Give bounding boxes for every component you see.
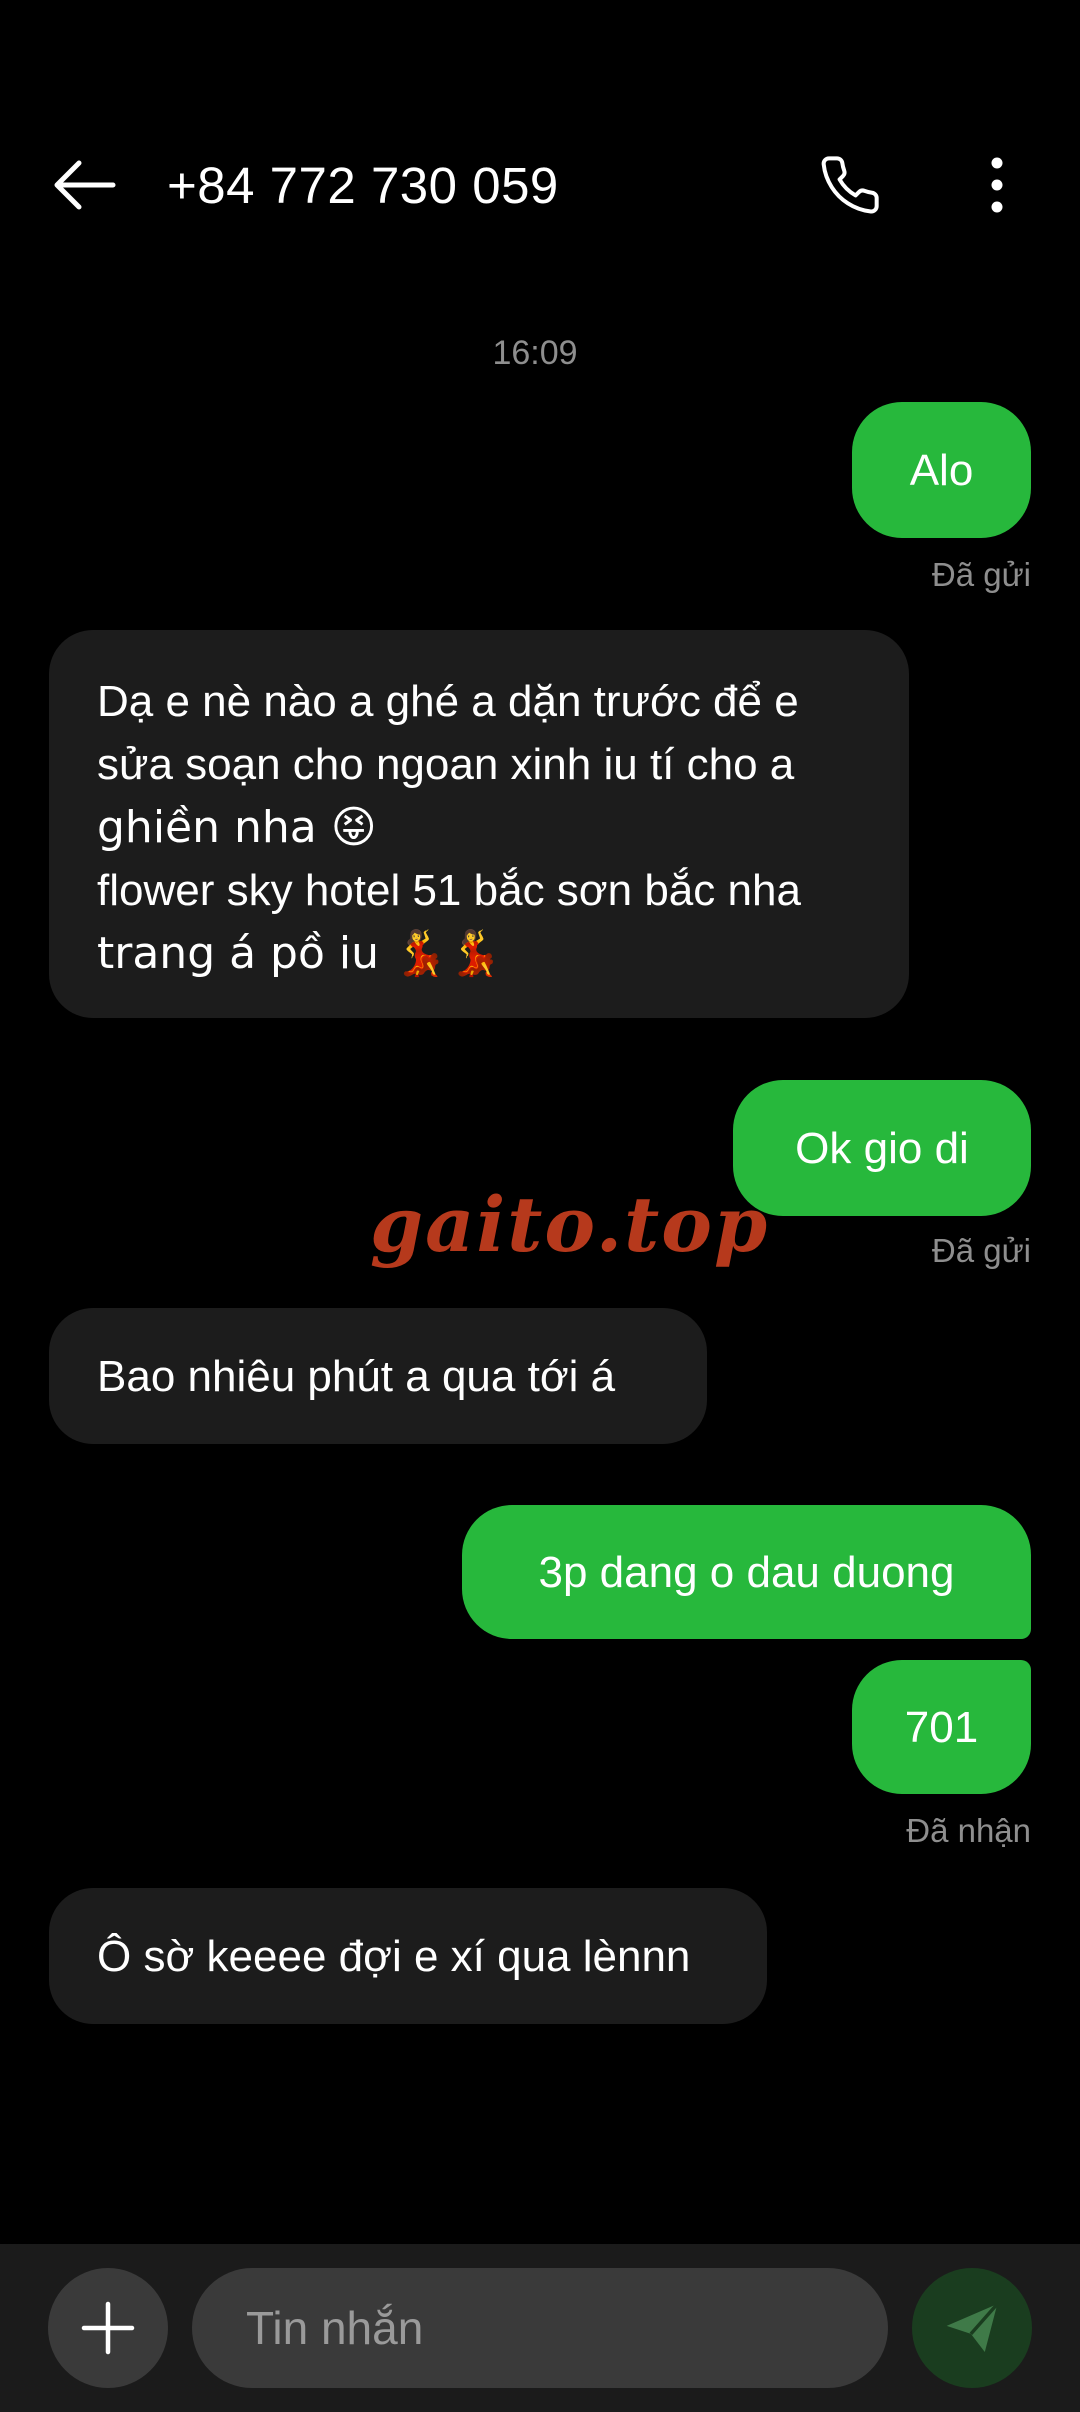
incoming-message[interactable]: Ô sờ keeee đợi e xí qua lènnn (49, 1888, 767, 2024)
back-button[interactable] (40, 148, 128, 222)
message-status: Đã nhận (906, 1812, 1031, 1849)
incoming-message[interactable]: Dạ e nè nào a ghé a dặn trước để e sửa s… (49, 630, 909, 1018)
message-status: Đã gửi (931, 1232, 1031, 1269)
more-options-button[interactable] (962, 148, 1032, 222)
message-text: Ô sờ keeee đợi e xí qua lènnn (97, 1931, 691, 1981)
arrow-left-icon (54, 160, 116, 210)
message-line: flower sky hotel 51 bắc sơn bắc nha (97, 866, 801, 915)
message-status: Đã gửi (931, 556, 1031, 593)
message-text: 3p dang o dau duong (538, 1547, 955, 1597)
contact-title: +84 772 730 059 (167, 157, 559, 214)
outgoing-message[interactable]: 3p dang o dau duong (462, 1505, 1031, 1639)
message-text: Bao nhiêu phút a qua tới á (97, 1351, 616, 1401)
message-text: Alo (909, 445, 974, 495)
outgoing-message[interactable]: Ok gio di (733, 1080, 1031, 1216)
message-text: 701 (904, 1702, 979, 1752)
add-attachment-button[interactable] (48, 2268, 168, 2388)
app-header: +84 772 730 059 (0, 0, 1080, 300)
message-line: Dạ e nè nào a ghé a dặn trước để e (97, 677, 799, 726)
composer-bar (0, 2244, 1080, 2412)
message-line: ghiền nha 😝 (97, 802, 377, 853)
message-input[interactable] (192, 2268, 888, 2388)
outgoing-message[interactable]: Alo (852, 402, 1031, 538)
plus-icon (81, 2301, 135, 2355)
message-line: sửa soạn cho ngoan xinh iu tí cho a (97, 740, 795, 789)
send-button[interactable] (912, 2268, 1032, 2388)
outgoing-message[interactable]: 701 (852, 1660, 1031, 1794)
message-line: trang á pồ iu 💃💃 (97, 928, 503, 979)
incoming-message[interactable]: Bao nhiêu phút a qua tới á (49, 1308, 707, 1444)
time-separator: 16:09 (492, 334, 578, 372)
more-vertical-icon (991, 157, 1003, 213)
watermark: gaito.top (370, 1180, 770, 1269)
phone-icon (821, 156, 879, 214)
send-icon (946, 2302, 999, 2352)
call-button[interactable] (805, 148, 895, 222)
message-text: Ok gio di (795, 1123, 969, 1173)
